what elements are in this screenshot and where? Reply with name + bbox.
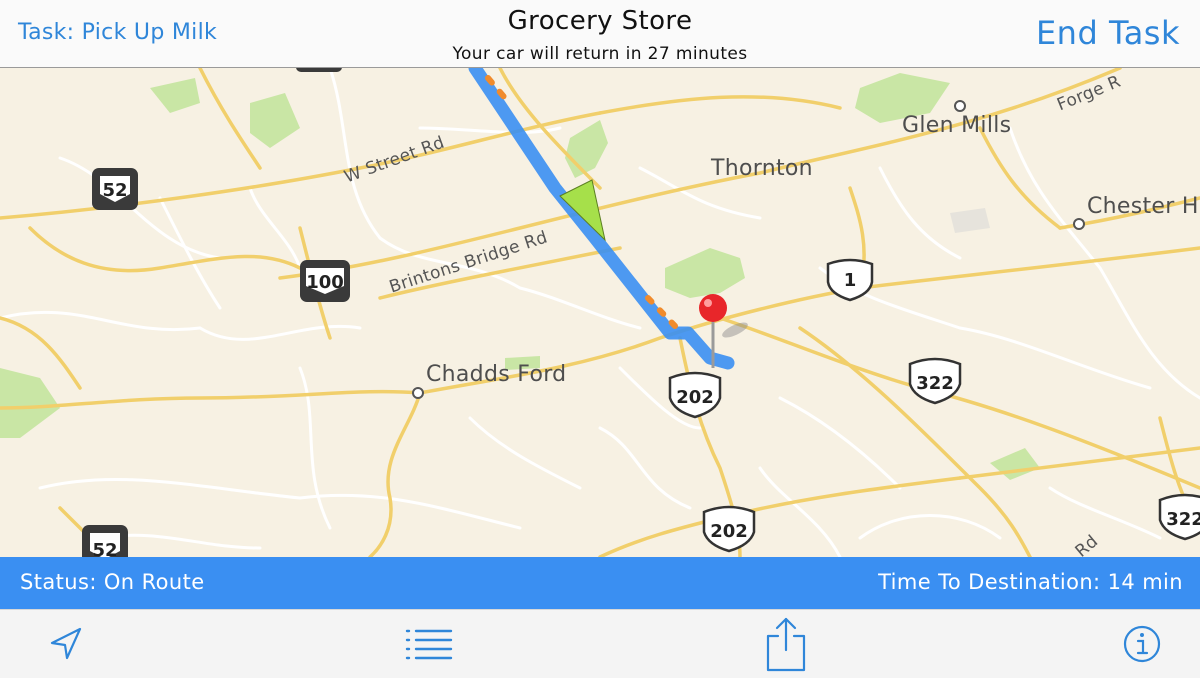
svg-text:100: 100 (306, 272, 344, 293)
return-eta-text: Your car will return in 27 minutes (452, 44, 748, 64)
urban-area (950, 208, 990, 233)
share-button[interactable] (764, 616, 808, 676)
svg-text:1: 1 (844, 270, 857, 291)
place-dot (1073, 218, 1085, 230)
place-label-chester-heights: Chester H (1087, 194, 1199, 219)
svg-text:202: 202 (676, 387, 714, 408)
park-area (990, 448, 1040, 480)
svg-text:52: 52 (92, 540, 117, 557)
place-dot (954, 100, 966, 112)
end-task-button[interactable]: End Task (1036, 14, 1180, 52)
place-label-glen-mills: Glen Mills (902, 113, 1012, 138)
list-icon (405, 629, 453, 660)
pa-100-shield: 100 (300, 260, 350, 302)
info-button[interactable] (1122, 624, 1162, 668)
park-area (250, 93, 300, 148)
park-area (665, 248, 745, 298)
park-area (0, 368, 60, 438)
place-label-chadds-ford: Chadds Ford (426, 362, 567, 387)
map-view[interactable]: 52 100 52 1 202 202 322 322 Thornton Gle… (0, 68, 1200, 557)
share-icon (766, 617, 806, 672)
destination-title: Grocery Store (507, 6, 693, 36)
route-status-text: Status: On Route (20, 570, 205, 594)
info-icon (1123, 625, 1161, 663)
place-dot (412, 387, 424, 399)
bottom-toolbar (0, 609, 1200, 678)
svg-text:202: 202 (710, 521, 748, 542)
partial-shield (296, 68, 342, 72)
time-to-destination-text: Time To Destination: 14 min (878, 570, 1183, 594)
svg-text:322: 322 (1166, 509, 1200, 530)
us-202-shield-a: 202 (668, 371, 722, 419)
us-322-shield-b: 322 (1158, 493, 1200, 541)
top-nav-bar: Task: Pick Up Milk Grocery Store Your ca… (0, 0, 1200, 68)
pa-52-shield-top: 52 (92, 168, 138, 210)
svg-text:322: 322 (916, 373, 954, 394)
map-canvas: 52 100 52 1 202 202 322 322 (0, 68, 1200, 557)
us-1-shield: 1 (826, 258, 874, 302)
park-area (150, 78, 200, 113)
place-label-thornton: Thornton (711, 156, 813, 181)
status-bar: Status: On Route Time To Destination: 14… (0, 557, 1200, 609)
pa-52-shield-bottom: 52 (82, 525, 128, 557)
us-202-shield-b: 202 (702, 505, 756, 553)
location-button[interactable] (46, 624, 86, 668)
location-arrow-icon (50, 627, 82, 660)
park-area (565, 120, 608, 178)
svg-text:52: 52 (102, 180, 127, 201)
list-button[interactable] (404, 624, 454, 668)
